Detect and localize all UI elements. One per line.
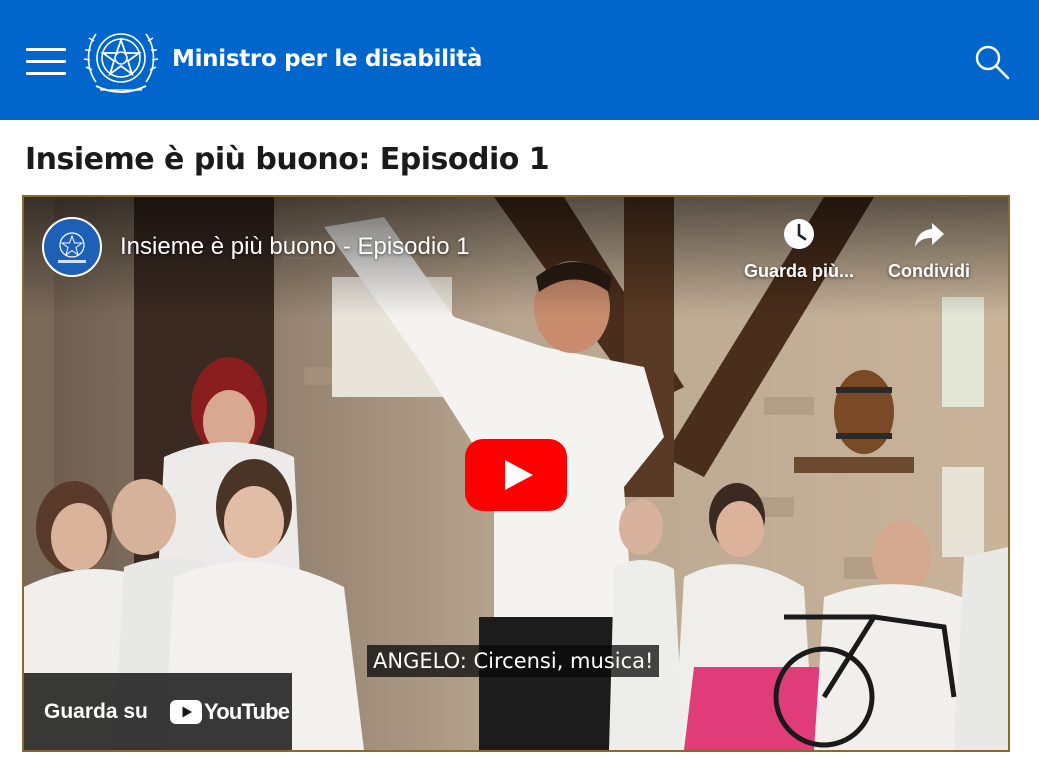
youtube-play-mark-icon [170, 700, 202, 724]
site-title[interactable]: Ministro per le disabilità [172, 46, 482, 72]
video-caption: ANGELO: Circensi, musica! [367, 645, 660, 677]
watch-on-youtube-button[interactable]: Guarda su YouTube [24, 673, 292, 750]
watch-later-label: Guarda più... [743, 261, 854, 281]
video-title[interactable]: Insieme è più buono - Episodio 1 [120, 233, 470, 261]
site-header: Ministro per le disabilità [0, 0, 1039, 120]
youtube-logo-icon: YouTube [170, 699, 290, 727]
youtube-logo-text: YouTube [204, 699, 290, 724]
menu-line [26, 60, 66, 63]
share-arrow-icon [915, 223, 944, 247]
play-icon[interactable] [465, 439, 567, 511]
watch-on-label: Guarda su [44, 700, 148, 723]
search-icon[interactable] [972, 42, 1012, 82]
channel-emblem-icon [58, 232, 86, 263]
video-player[interactable]: Insieme è più buono - Episodio 1 Guarda … [22, 195, 1010, 752]
menu-line [26, 48, 66, 51]
hamburger-menu-icon[interactable] [26, 44, 66, 78]
menu-line [26, 72, 66, 75]
channel-avatar[interactable] [42, 217, 102, 277]
share-label: Condividi [888, 261, 970, 281]
italian-republic-emblem-icon[interactable] [82, 20, 160, 102]
page-title: Insieme è più buono: Episodio 1 [25, 142, 550, 177]
clock-icon [784, 219, 814, 249]
watch-later-button[interactable]: Guarda più... [734, 217, 864, 282]
share-button[interactable]: Condividi [879, 217, 979, 282]
